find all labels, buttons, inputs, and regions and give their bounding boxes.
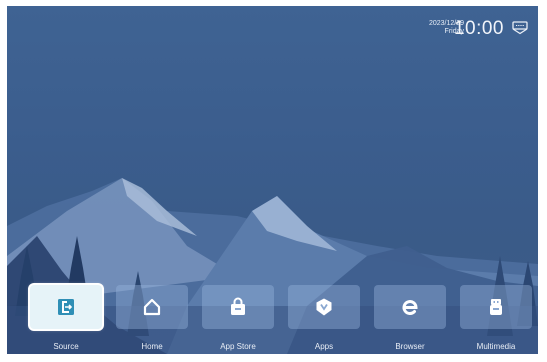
app-browser[interactable]: Browser: [372, 282, 448, 352]
app-source[interactable]: Source: [28, 282, 104, 352]
status-bar: 2023/12/29 Friday 10:00: [7, 6, 538, 46]
source-input-icon: [58, 299, 74, 315]
shopping-bag-icon: [231, 297, 245, 315]
app-tile[interactable]: [460, 285, 532, 329]
usb-drive-icon: [490, 299, 502, 315]
inbox-icon[interactable]: [512, 21, 528, 35]
app-tile[interactable]: [202, 285, 274, 329]
app-label: Multimedia: [476, 342, 516, 351]
app-tile[interactable]: [374, 285, 446, 329]
home-icon: [143, 298, 161, 316]
app-label: App Store: [220, 342, 256, 351]
app-app-store[interactable]: App Store: [200, 282, 276, 352]
app-tile[interactable]: [288, 285, 360, 329]
clock: 10:00: [453, 18, 504, 39]
app-apps[interactable]: Apps: [286, 282, 362, 352]
shield-apps-icon: [316, 298, 332, 316]
app-label: Home: [141, 342, 163, 351]
app-label: Browser: [395, 342, 425, 351]
app-tile[interactable]: [116, 285, 188, 329]
app-dock: Source Home App Store Apps Browser Multi…: [7, 274, 538, 354]
tv-home-screen: 2023/12/29 Friday 10:00 Source Home App …: [7, 6, 538, 354]
app-tile[interactable]: [30, 285, 102, 329]
app-multimedia[interactable]: Multimedia: [458, 282, 534, 352]
app-home[interactable]: Home: [114, 282, 190, 352]
app-label: Apps: [314, 342, 334, 351]
app-label: Source: [53, 342, 79, 351]
browser-e-icon: [402, 300, 418, 315]
